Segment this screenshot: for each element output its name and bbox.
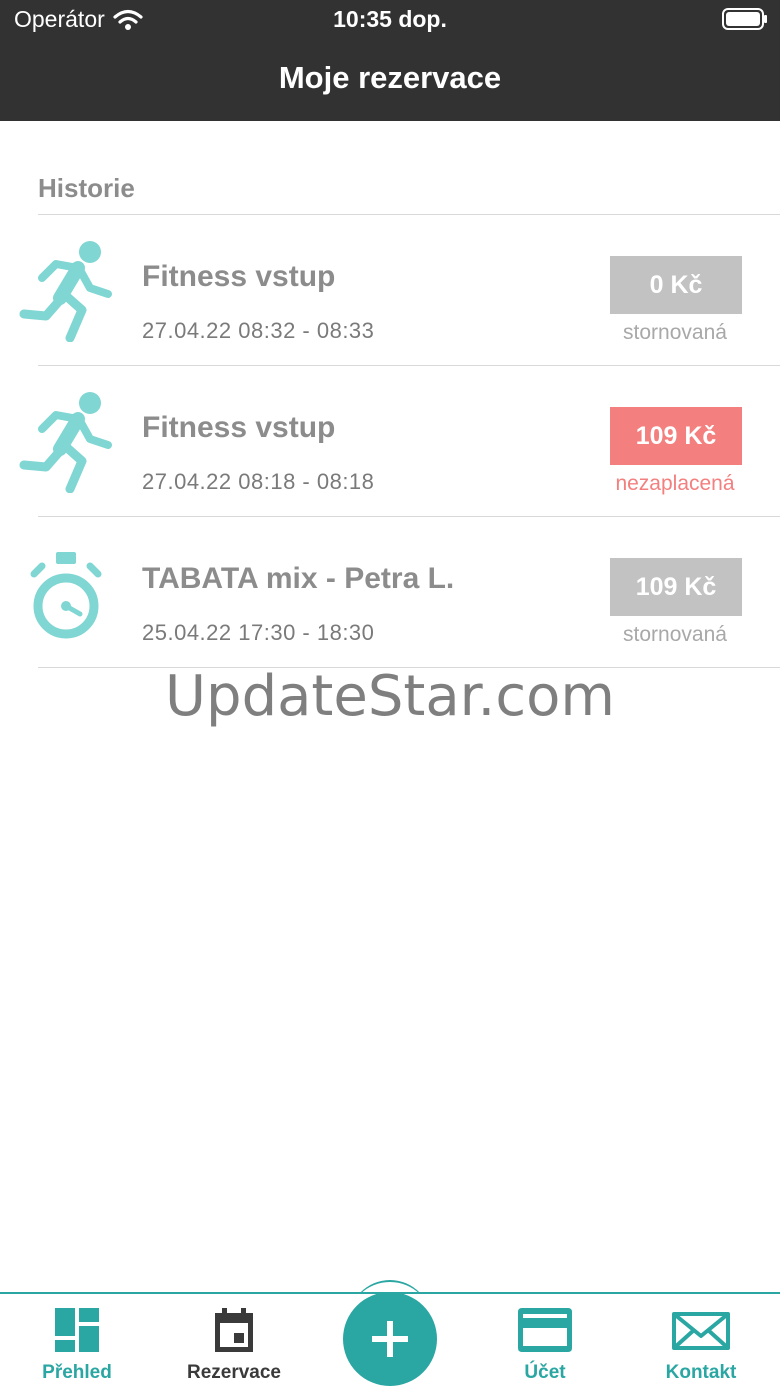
tab-label: Přehled <box>42 1362 112 1383</box>
section-title: Historie <box>38 173 135 203</box>
tab-label: Účet <box>524 1362 566 1383</box>
reservation-state: stornovaná <box>623 321 727 344</box>
stopwatch-icon <box>30 552 102 639</box>
reservation-row[interactable]: Fitness vstup 27.04.22 08:18 - 08:18 109… <box>0 367 780 517</box>
status-time: 10:35 dop. <box>333 6 447 32</box>
reservation-row[interactable]: Fitness vstup 27.04.22 08:32 - 08:33 0 K… <box>0 216 780 366</box>
running-person-icon <box>19 241 112 342</box>
reservation-date: 25.04.22 17:30 - 18:30 <box>142 620 375 645</box>
reservation-row[interactable]: TABATA mix - Petra L. 25.04.22 17:30 - 1… <box>0 518 780 668</box>
reservation-state: stornovaná <box>623 623 727 646</box>
tab-rezervace[interactable]: Rezervace <box>169 1308 299 1384</box>
tab-label: Kontakt <box>665 1362 737 1383</box>
reservation-date: 27.04.22 08:32 - 08:33 <box>142 318 375 343</box>
reservation-title: TABATA mix - Petra L. <box>142 562 455 595</box>
reservation-title: Fitness vstup <box>142 411 336 444</box>
tab-kontakt[interactable]: Kontakt <box>636 1308 766 1384</box>
credit-card-icon <box>518 1308 572 1352</box>
reservation-title: Fitness vstup <box>142 260 336 293</box>
price-badge: 109 Kč <box>610 407 742 465</box>
add-reservation-button[interactable] <box>343 1292 437 1386</box>
envelope-icon <box>672 1312 730 1350</box>
battery-icon <box>722 8 767 30</box>
section-divider <box>38 214 780 215</box>
tab-prehled[interactable]: Přehled <box>12 1308 142 1384</box>
tab-ucet[interactable]: Účet <box>480 1308 610 1384</box>
row-divider <box>38 516 780 517</box>
running-person-icon <box>19 392 112 493</box>
price-badge: 109 Kč <box>610 558 742 616</box>
plus-icon <box>372 1321 408 1357</box>
reservation-state: nezaplacená <box>615 472 735 495</box>
row-divider <box>38 365 780 366</box>
reservation-date: 27.04.22 08:18 - 08:18 <box>142 469 375 494</box>
top-bar: Operátor 10:35 dop. Moje rezervace <box>0 0 780 121</box>
dashboard-icon <box>55 1308 99 1352</box>
calendar-icon <box>215 1308 253 1352</box>
watermark: UpdateStar.com <box>165 664 615 729</box>
price-badge: 0 Kč <box>610 256 742 314</box>
page-title: Moje rezervace <box>278 60 502 95</box>
tab-label: Rezervace <box>186 1362 282 1383</box>
